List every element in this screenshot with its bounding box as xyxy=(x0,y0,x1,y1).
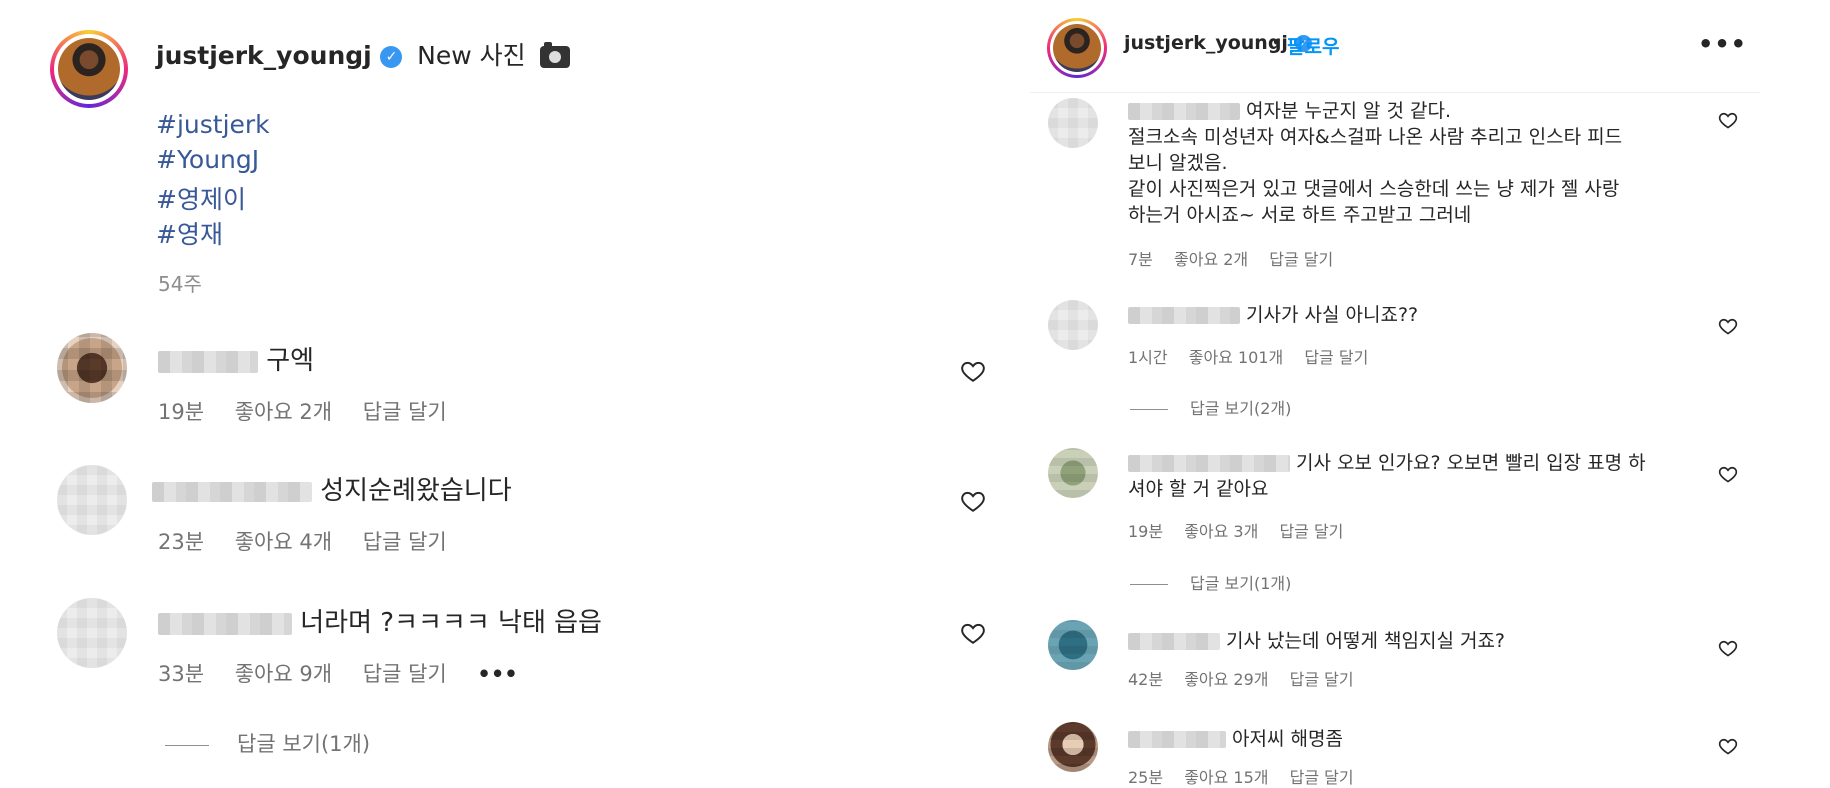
comment-text: 여자분 누군지 알 것 같다. 절크소속 미성년자 여자&스걸파 나온 사람 추… xyxy=(1128,100,1623,226)
comment: 성지순례왔습니다 xyxy=(152,470,512,507)
comment-likes[interactable]: 좋아요 15개 xyxy=(1184,768,1268,787)
comment-text: 기사 오보 인가요? 오보면 빨리 입장 표명 하 셔야 할 거 같아요 xyxy=(1128,452,1646,500)
commenter-avatar[interactable] xyxy=(57,465,127,535)
reply-button[interactable]: 답글 달기 xyxy=(1290,768,1354,787)
comment-meta: 19분 좋아요 3개 답글 달기 xyxy=(1128,518,1359,542)
reply-button[interactable]: 답글 달기 xyxy=(1269,250,1333,269)
divider-line xyxy=(165,744,209,746)
comment-time[interactable]: 19분 xyxy=(1128,522,1163,541)
view-replies-button[interactable]: 답글 보기(1개) xyxy=(165,728,370,758)
view-replies-button[interactable]: 답글 보기(1개) xyxy=(1130,570,1291,594)
heart-icon[interactable] xyxy=(1718,110,1738,130)
comment-meta: 42분 좋아요 29개 답글 달기 xyxy=(1128,666,1370,690)
comment-text: 아저씨 해명좀 xyxy=(1128,726,1343,752)
heart-icon[interactable] xyxy=(960,620,986,646)
comment-likes[interactable]: 좋아요 2개 xyxy=(1174,250,1248,269)
reply-button[interactable]: 답글 달기 xyxy=(1279,522,1343,541)
more-options-icon[interactable]: ••• xyxy=(477,662,517,686)
comment-likes[interactable]: 좋아요 9개 xyxy=(235,662,332,686)
comment-text: 기사 났는데 어떻게 책임지실 거죠? xyxy=(1128,628,1505,654)
comment-meta: 1시간 좋아요 101개 답글 달기 xyxy=(1128,344,1384,368)
profile-avatar[interactable] xyxy=(50,30,128,108)
commenter-avatar[interactable] xyxy=(1048,448,1098,498)
blurred-username[interactable] xyxy=(1128,307,1240,324)
heart-icon[interactable] xyxy=(960,358,986,384)
blurred-username[interactable] xyxy=(158,612,292,635)
right-post-panel: justjerk_youngj ✓ • 팔로우 ••• 여자분 누군지 알 것 … xyxy=(1030,0,1760,788)
heart-icon[interactable] xyxy=(1718,736,1738,756)
post-username[interactable]: justjerk_youngj ✓ New 사진 xyxy=(156,36,571,72)
comment-time[interactable]: 33분 xyxy=(158,662,204,686)
header-divider xyxy=(1030,92,1760,93)
reply-button[interactable]: 답글 달기 xyxy=(1290,670,1354,689)
comment-text: 구엑 xyxy=(266,346,315,376)
divider-line xyxy=(1130,409,1168,410)
heart-icon[interactable] xyxy=(1718,464,1738,484)
hashtag-link[interactable]: #YoungJ xyxy=(156,145,259,174)
blurred-username[interactable] xyxy=(1128,731,1226,748)
comment-meta: 23분 좋아요 4개 답글 달기 xyxy=(158,526,471,556)
post-timestamp[interactable]: 54주 xyxy=(158,268,202,297)
heart-icon[interactable] xyxy=(1718,316,1738,336)
commenter-avatar[interactable] xyxy=(1048,620,1098,670)
comment-text: 기사가 사실 아니죠?? xyxy=(1128,302,1418,328)
comment-likes[interactable]: 좋아요 101개 xyxy=(1189,348,1284,367)
view-replies-button[interactable]: 답글 보기(2개) xyxy=(1130,395,1291,419)
profile-avatar[interactable] xyxy=(1047,18,1107,78)
separator-dot: • xyxy=(1271,32,1283,54)
comment-meta: 25분 좋아요 15개 답글 달기 xyxy=(1128,764,1370,788)
commenter-avatar[interactable] xyxy=(1048,722,1098,772)
verified-badge-icon: ✓ xyxy=(380,46,403,68)
view-replies-label[interactable]: 답글 보기(2개) xyxy=(1190,399,1291,418)
comment-meta: 19분 좋아요 2개 답글 달기 xyxy=(158,396,471,426)
comment: 너라며 ?ㅋㅋㅋㅋ 낙태 읍읍 xyxy=(158,602,602,639)
hashtag-link[interactable]: #영제이 xyxy=(156,180,246,216)
reply-button[interactable]: 답글 달기 xyxy=(363,530,447,554)
comment-likes[interactable]: 좋아요 2개 xyxy=(235,400,332,424)
hashtag-link[interactable]: #영재 xyxy=(156,215,223,251)
reply-button[interactable]: 답글 달기 xyxy=(1304,348,1368,367)
heart-icon[interactable] xyxy=(1718,638,1738,658)
blurred-username[interactable] xyxy=(1128,633,1220,650)
follow-button[interactable]: 팔로우 xyxy=(1287,32,1339,59)
view-replies-label[interactable]: 답글 보기(1개) xyxy=(237,732,370,756)
divider-line xyxy=(1130,584,1168,585)
comment-text: 너라며 ?ㅋㅋㅋㅋ 낙태 읍읍 xyxy=(300,608,602,638)
commenter-avatar[interactable] xyxy=(57,333,127,403)
more-options-icon[interactable]: ••• xyxy=(1698,30,1747,58)
comment-time[interactable]: 23분 xyxy=(158,530,204,554)
commenter-avatar[interactable] xyxy=(1048,98,1098,148)
camera-emoji-icon xyxy=(540,42,571,68)
header-username[interactable]: justjerk_youngj ✓ xyxy=(1124,32,1312,54)
reply-button[interactable]: 답글 달기 xyxy=(363,400,447,424)
view-replies-label[interactable]: 답글 보기(1개) xyxy=(1190,574,1291,593)
comment-time[interactable]: 1시간 xyxy=(1128,348,1168,367)
comment-likes[interactable]: 좋아요 4개 xyxy=(235,530,332,554)
blurred-username[interactable] xyxy=(152,481,312,502)
reply-button[interactable]: 답글 달기 xyxy=(363,662,447,686)
comment-text: 성지순례왔습니다 xyxy=(320,476,512,506)
commenter-avatar[interactable] xyxy=(57,598,127,668)
blurred-username[interactable] xyxy=(1128,455,1290,472)
comment: 구엑 xyxy=(158,340,314,377)
comment-likes[interactable]: 좋아요 3개 xyxy=(1184,522,1258,541)
comment-time[interactable]: 7분 xyxy=(1128,250,1153,269)
heart-icon[interactable] xyxy=(960,488,986,514)
comment-time[interactable]: 42분 xyxy=(1128,670,1163,689)
post-caption: New 사진 xyxy=(417,41,526,70)
blurred-username[interactable] xyxy=(1128,103,1240,120)
comment-meta: 33분 좋아요 9개 답글 달기 ••• xyxy=(158,658,542,688)
comment-time[interactable]: 25분 xyxy=(1128,768,1163,787)
comment-time[interactable]: 19분 xyxy=(158,400,204,424)
comment-meta: 7분 좋아요 2개 답글 달기 xyxy=(1128,246,1349,270)
comment-likes[interactable]: 좋아요 29개 xyxy=(1184,670,1268,689)
left-post-panel: justjerk_youngj ✓ New 사진 #justjerk #Youn… xyxy=(0,0,1000,786)
hashtag-link[interactable]: #justjerk xyxy=(156,110,270,139)
commenter-avatar[interactable] xyxy=(1048,300,1098,350)
blurred-username[interactable] xyxy=(158,350,258,373)
